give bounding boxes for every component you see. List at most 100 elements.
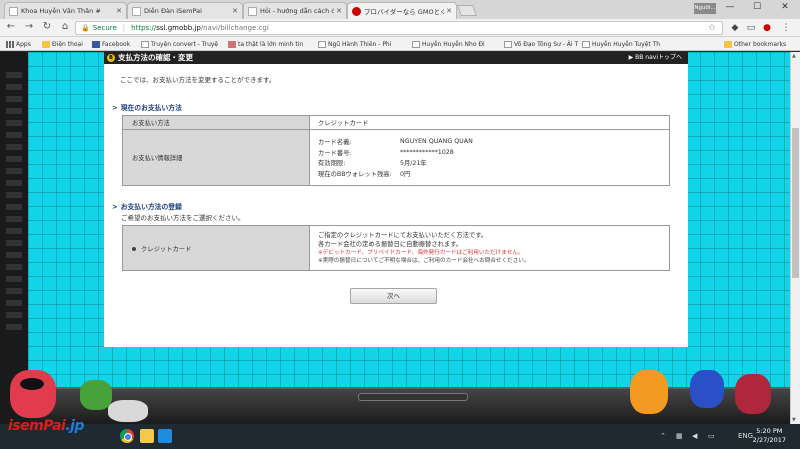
page-icon [582, 40, 590, 48]
url-scheme: https:// [131, 24, 157, 32]
system-clock[interactable]: 5:20 PM 2/27/2017 [753, 427, 786, 445]
orange-character-image [630, 370, 668, 414]
notifications-icon[interactable]: ⌃ [660, 432, 666, 440]
close-icon[interactable]: ✕ [336, 7, 342, 15]
page-scrollbar[interactable]: ▲ ▼ [790, 52, 800, 424]
tab-label: Hỏi - hướng dẫn cách đă [260, 7, 335, 15]
green-character-image [80, 380, 112, 410]
chevron-right-icon: > [112, 104, 118, 112]
tab-bar: Khoa Huyễn Vấn Thân # ✕ Diễn Đàn iSemPai… [0, 0, 800, 19]
other-bookmarks[interactable]: Other bookmarks [724, 39, 786, 49]
url-host: ssl.gmobb.jp [156, 24, 201, 32]
credit-card-description: ご指定のクレジットカードにてお支払いいただく方法です。 各カード会社の定める振替… [309, 225, 670, 271]
file-explorer-taskbar-icon[interactable] [140, 429, 154, 443]
address-bar[interactable]: 🔒 Secure | https:// ssl.gmobb.jp /navi/b… [75, 21, 723, 35]
back-arrow-icon[interactable]: ← [4, 21, 18, 32]
lock-icon: 🔒 [81, 24, 90, 32]
reload-icon[interactable]: ↻ [40, 21, 54, 32]
bookmark-facebook[interactable]: Facebook [92, 39, 130, 49]
page-favicon-icon [132, 6, 141, 16]
bookmark-huyen-huyen-nho[interactable]: Huyễn Huyễn Nho Đi [412, 39, 502, 49]
folder-icon [42, 40, 50, 48]
page-viewport: B 支払方法の確認・変更 ▶ BB naviトップへ ここでは、お支払い方法を変… [0, 52, 800, 424]
new-tab-button[interactable] [456, 5, 478, 16]
bookmark-huyen-huyen-tuyet[interactable]: Huyễn Huyễn Tuyệt Th [582, 39, 670, 49]
detail-row-card-number: カード番号: ************1028 [318, 148, 454, 157]
card-restriction-note: ※デビットカード、プリペイドカード、海外発行カードはご利用いただけません。 [318, 250, 524, 256]
minimize-button[interactable]: — [718, 2, 742, 12]
tab-label: プロバイダーなら GMOとくと [364, 8, 445, 16]
bb-navi-logo-icon: B [107, 54, 115, 62]
bookmark-apps[interactable]: Apps [6, 39, 31, 49]
isempai-logo: isemPai.jp [8, 418, 84, 434]
panel-header: B 支払方法の確認・変更 ▶ BB naviトップへ [104, 52, 688, 64]
bookmark-dien-thoai[interactable]: Điện thoại [42, 39, 83, 49]
menu-dots-icon[interactable]: ⋮ [780, 22, 792, 34]
method-value: クレジットカード [309, 115, 670, 130]
app-taskbar-icon[interactable] [158, 429, 172, 443]
folder-icon [724, 40, 732, 48]
wallpaper-left-wall [0, 52, 30, 424]
page-favicon-icon [9, 6, 18, 16]
tab-hoi-huong-dan[interactable]: Hỏi - hướng dẫn cách đă ✕ [243, 2, 347, 19]
intro-text: ここでは、お支払い方法を変更することができます。 [120, 76, 276, 84]
profile-badge[interactable]: Người... [694, 3, 716, 14]
facebook-icon [92, 40, 100, 48]
forward-arrow-icon[interactable]: → [22, 21, 36, 32]
gray-character-image [108, 400, 148, 422]
volume-icon[interactable]: ◀ [692, 432, 697, 440]
billing-date-note: ※実際の振替日についてご不明な場合は、ご利用のカード会社へお問合せください。 [318, 258, 530, 264]
page-favicon-icon [248, 6, 257, 16]
next-button[interactable]: 次へ [350, 288, 437, 304]
taskbar: isemPai.jp ⌃ ▦ ◀ ▭ ENG 5:20 PM 2/27/2017 [0, 418, 800, 449]
current-method-heading: > 現在のお支払い方法 [112, 104, 182, 112]
visor-image [20, 378, 44, 390]
extension-red-icon[interactable]: ● [761, 22, 773, 34]
tab-label: Diễn Đàn iSemPai [144, 7, 202, 15]
detail-row-card-holder: カード名義: NGUYEN QUANG QUAN [318, 138, 473, 147]
close-icon[interactable]: ✕ [446, 7, 452, 15]
cast-icon[interactable]: ▭ [745, 22, 757, 34]
maximize-button[interactable]: ☐ [745, 2, 769, 12]
page-icon [412, 40, 420, 48]
register-method-heading: > お支払い方法の登録 [112, 203, 182, 211]
credit-card-option[interactable]: クレジットカード [122, 225, 310, 271]
blue-character-image [690, 370, 724, 408]
battery-icon[interactable]: ▭ [708, 432, 715, 440]
scroll-up-icon[interactable]: ▲ [792, 53, 796, 59]
close-window-button[interactable]: ✕ [773, 2, 797, 12]
extension-icon[interactable]: ◆ [729, 22, 741, 34]
chrome-taskbar-icon[interactable] [120, 429, 134, 443]
close-icon[interactable]: ✕ [232, 7, 238, 15]
register-method-desc: ご希望のお支払い方法をご選択ください。 [121, 214, 245, 222]
bookmark-ngu-hanh[interactable]: Ngũ Hành Thiên - Phi [318, 39, 410, 49]
language-indicator[interactable]: ENG [738, 432, 753, 440]
page-title: 支払方法の確認・変更 [118, 53, 193, 62]
gmo-favicon-icon [352, 6, 361, 16]
bookmark-vo-dao[interactable]: Võ Đạo Tông Sư - Ái T [504, 39, 580, 49]
billing-panel: B 支払方法の確認・変更 ▶ BB naviトップへ ここでは、お支払い方法を変… [104, 52, 688, 347]
scrollbar-thumb[interactable] [792, 128, 799, 278]
chevron-right-icon: > [112, 203, 118, 211]
detail-row-expiry: 有効期限: 5月/21年 [318, 160, 427, 168]
tab-label: Khoa Huyễn Vấn Thân # [21, 7, 101, 15]
url-path: /navi/billchange.cgi [200, 24, 269, 32]
bookmark-truyen-convert[interactable]: Truyện convert - Truyệ [141, 39, 226, 49]
page-icon [504, 40, 512, 48]
scroll-down-icon[interactable]: ▼ [792, 417, 796, 423]
apps-grid-icon [6, 40, 14, 48]
current-method-table: お支払い方法 クレジットカード お支払い情報詳細 カード名義: NGUYEN QU… [122, 115, 670, 186]
home-icon[interactable]: ⌂ [58, 21, 72, 32]
radio-selected-icon[interactable] [132, 246, 136, 251]
bookmarks-bar: Apps Điện thoại Facebook Truyện convert … [0, 37, 800, 51]
tab-khoa-huyen[interactable]: Khoa Huyễn Vấn Thân # ✕ [4, 2, 127, 19]
toolbar: ← → ↻ ⌂ 🔒 Secure | https:// ssl.gmobb.jp… [0, 19, 800, 37]
network-icon[interactable]: ▦ [676, 432, 683, 440]
bookmark-ta-that[interactable]: ta thật là lớn minh tin [228, 39, 316, 49]
close-icon[interactable]: ✕ [116, 7, 122, 15]
bb-navi-top-link[interactable]: ▶ BB naviトップへ [629, 54, 682, 62]
tab-gmo[interactable]: プロバイダーなら GMOとくと ✕ [347, 2, 457, 19]
tab-dien-dan[interactable]: Diễn Đàn iSemPai ✕ [127, 2, 243, 19]
method-label: お支払い方法 [122, 115, 310, 130]
bookmark-star-icon[interactable]: ☆ [708, 23, 716, 33]
